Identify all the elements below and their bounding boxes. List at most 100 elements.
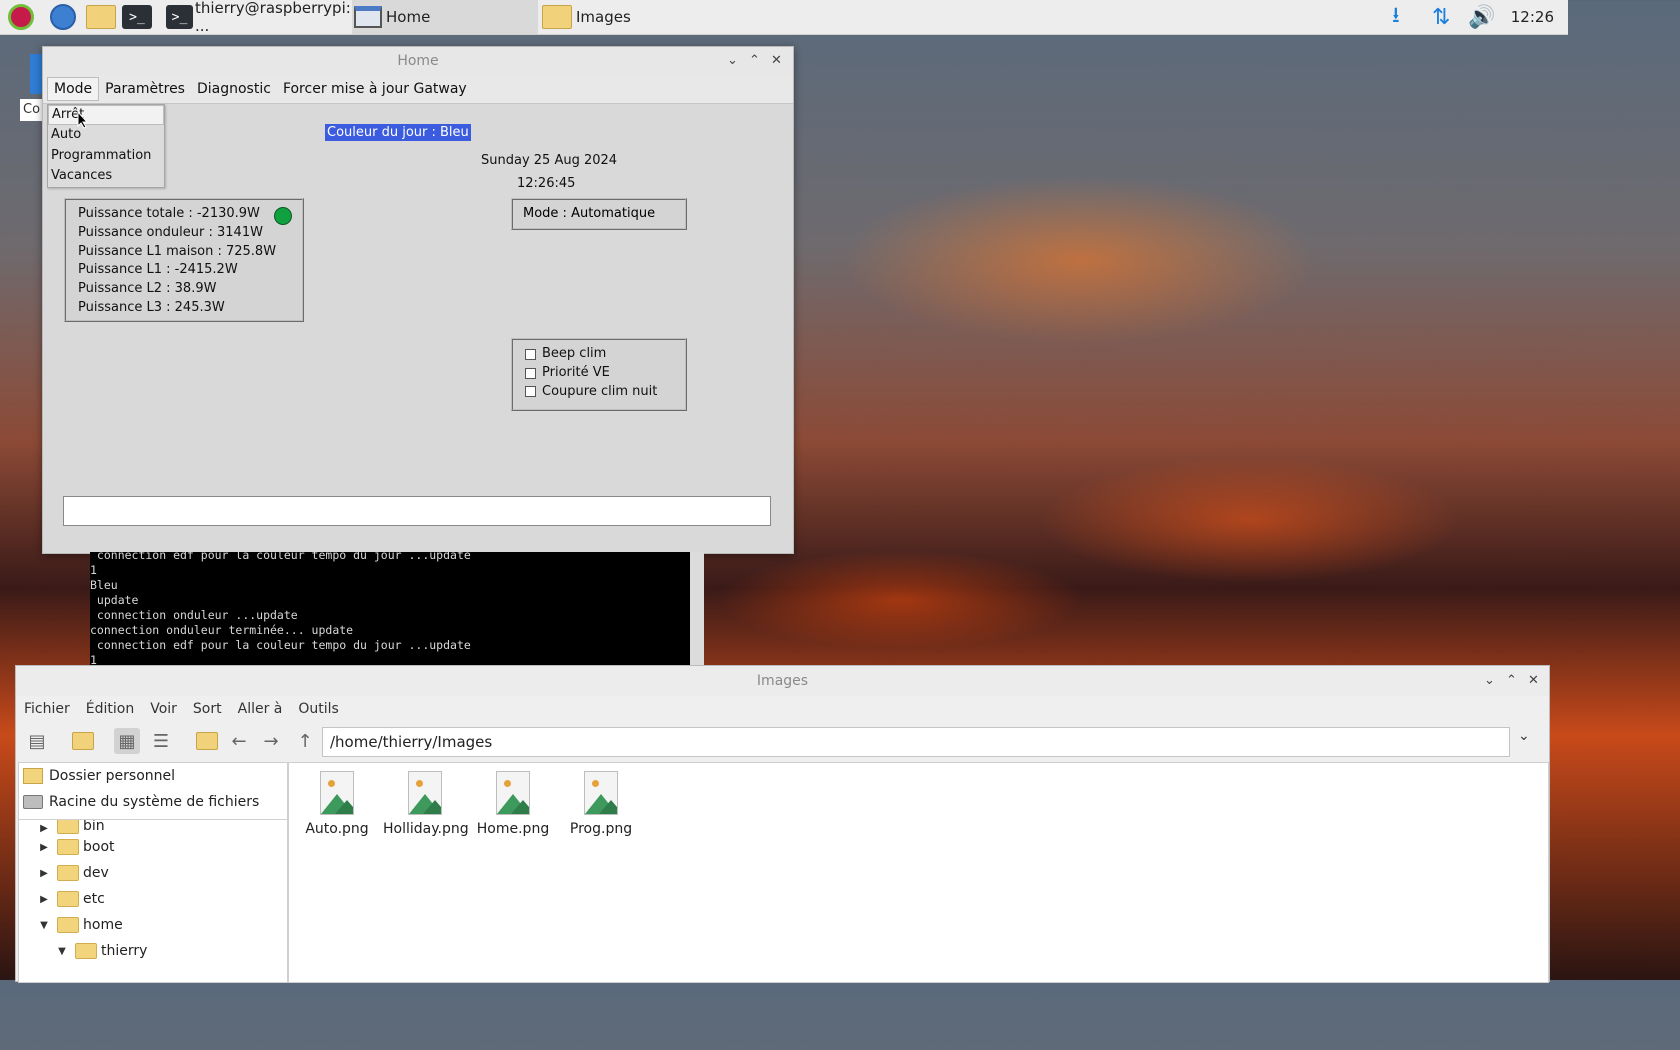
place-home-label: Dossier personnel — [49, 768, 176, 784]
tree-item-etc[interactable]: ▶ etc — [19, 886, 287, 912]
tree-item-label: home — [83, 917, 123, 933]
file-name: Auto.png — [305, 821, 369, 837]
file-item[interactable]: Prog.png — [559, 771, 643, 837]
directory-tree: ▶ bin ▶ boot ▶ dev ▶ etc ▼ home ▼ thierry — [19, 819, 287, 964]
chevron-down-icon[interactable]: ⌄ — [1518, 728, 1530, 744]
terminal-launcher[interactable]: >_ — [122, 3, 152, 31]
place-root[interactable]: Racine du système de fichiers — [19, 789, 287, 815]
tree-item-boot[interactable]: ▶ boot — [19, 834, 287, 860]
home-menubar: Mode Paramètres Diagnostic Forcer mise à… — [43, 75, 793, 104]
file-manager-launcher[interactable] — [86, 3, 116, 31]
place-home[interactable]: Dossier personnel — [19, 763, 287, 789]
coupure-clim-nuit-checkbox[interactable]: Coupure clim nuit — [525, 383, 685, 402]
clock[interactable]: 12:26 — [1511, 0, 1554, 34]
image-file-icon — [408, 771, 442, 815]
file-item[interactable]: Home.png — [471, 771, 555, 837]
task-home[interactable]: Home — [352, 0, 538, 34]
updates-icon[interactable]: ⭳ — [1392, 0, 1400, 34]
raspberry-menu-button[interactable] — [8, 3, 34, 31]
tree-item-dev[interactable]: ▶ dev — [19, 860, 287, 886]
list-view-icon[interactable]: ☰ — [148, 728, 174, 754]
close-icon[interactable]: ✕ — [771, 47, 782, 75]
beep-clim-label: Beep clim — [542, 346, 607, 361]
home-folder-icon[interactable] — [194, 728, 220, 754]
new-folder-icon[interactable] — [70, 728, 96, 754]
couleur-du-jour: Couleur du jour : Bleu — [325, 124, 471, 141]
tree-item-label: dev — [83, 865, 109, 881]
tree-item-label: etc — [83, 891, 105, 907]
tree-item-home[interactable]: ▼ home — [19, 912, 287, 938]
menu-aller-a[interactable]: Aller à — [238, 701, 283, 717]
mode-option-arret[interactable]: Arrêt — [48, 105, 164, 125]
path-input[interactable]: /home/thierry/Images — [322, 727, 1510, 757]
folder-icon — [57, 865, 79, 881]
menu-diagnostic[interactable]: Diagnostic — [191, 78, 277, 100]
home-window-title: Home — [397, 53, 439, 69]
menu-mode[interactable]: Mode — [47, 77, 100, 101]
minimize-icon[interactable]: ⌄ — [727, 47, 738, 75]
task-images-label: Images — [576, 8, 631, 26]
mode-option-vacances[interactable]: Vacances — [48, 166, 164, 187]
collapse-arrow-icon[interactable]: ▼ — [55, 946, 69, 957]
expand-arrow-icon[interactable]: ▶ — [37, 894, 51, 905]
expand-arrow-icon[interactable]: ▶ — [37, 842, 51, 853]
options-panel: Beep clim Priorité VE Coupure clim nuit — [511, 338, 687, 411]
task-terminal[interactable]: >_ thierry@raspberrypi: ... — [162, 0, 352, 35]
beep-clim-checkbox[interactable]: Beep clim — [525, 345, 685, 364]
menu-edition[interactable]: Édition — [86, 701, 134, 717]
mode-option-auto[interactable]: Auto — [48, 125, 164, 146]
collapse-arrow-icon[interactable]: ▼ — [37, 920, 51, 931]
images-sidebar: Dossier personnel Racine du système de f… — [18, 762, 288, 983]
expand-arrow-icon[interactable]: ▶ — [37, 823, 51, 834]
power-panel: Puissance totale : -2130.9W Puissance on… — [64, 198, 304, 322]
image-file-icon — [320, 771, 354, 815]
forward-arrow-icon[interactable]: → — [258, 728, 284, 754]
mode-option-programmation[interactable]: Programmation — [48, 146, 164, 167]
time-label: 12:26:45 — [517, 176, 576, 191]
maximize-icon[interactable]: ⌃ — [1506, 666, 1517, 696]
menu-forcer-mise-a-jour[interactable]: Forcer mise à jour Gatway — [277, 78, 473, 100]
up-arrow-icon[interactable]: ↑ — [292, 728, 318, 754]
menu-parametres[interactable]: Paramètres — [99, 78, 191, 100]
expand-arrow-icon[interactable]: ▶ — [37, 868, 51, 879]
task-images[interactable]: Images — [540, 0, 722, 34]
maximize-icon[interactable]: ⌃ — [749, 47, 760, 75]
tree-item-thierry[interactable]: ▼ thierry — [19, 938, 287, 964]
menu-fichier[interactable]: Fichier — [24, 701, 70, 717]
folder-icon — [57, 917, 79, 933]
images-titlebar[interactable]: Images ⌄ ⌃ ✕ — [16, 666, 1549, 696]
message-field[interactable] — [63, 496, 771, 526]
checkbox[interactable] — [525, 386, 536, 398]
terminal-icon: >_ — [166, 5, 193, 29]
network-icon[interactable]: ⇅ — [1432, 0, 1450, 34]
home-titlebar[interactable]: Home ⌄ ⌃ ✕ — [43, 47, 793, 75]
close-icon[interactable]: ✕ — [1528, 666, 1539, 696]
menu-sort[interactable]: Sort — [193, 701, 222, 717]
browser-launcher[interactable] — [50, 3, 76, 31]
minimize-icon[interactable]: ⌄ — [1484, 666, 1495, 696]
back-arrow-icon[interactable]: ← — [226, 728, 252, 754]
terminal-scrollbar[interactable] — [690, 552, 704, 666]
tree-item-label: thierry — [101, 943, 148, 959]
priorite-ve-checkbox[interactable]: Priorité VE — [525, 364, 685, 383]
folder-icon — [57, 820, 79, 834]
terminal-line: connection edf pour la couleur tempo du … — [90, 552, 471, 562]
tree-item-bin[interactable]: ▶ bin — [19, 820, 287, 834]
puissance-totale: Puissance totale : -2130.9W — [78, 206, 260, 221]
file-item[interactable]: Auto.png — [295, 771, 379, 837]
priorite-ve-label: Priorité VE — [542, 364, 610, 380]
icon-view-icon[interactable]: ▦ — [114, 728, 140, 754]
place-root-label: Racine du système de fichiers — [49, 794, 260, 810]
file-item[interactable]: Holliday.png — [383, 771, 469, 837]
menu-outils[interactable]: Outils — [298, 701, 338, 717]
terminal-output[interactable]: connection edf pour la couleur tempo du … — [90, 552, 692, 666]
menu-voir[interactable]: Voir — [150, 701, 177, 717]
file-name: Holliday.png — [383, 821, 469, 837]
puissance-onduleur: Puissance onduleur : 3141W — [78, 224, 263, 240]
terminal-line: connection onduleur ...update — [90, 608, 298, 622]
status-led — [274, 207, 292, 225]
checkbox[interactable] — [525, 367, 536, 379]
new-window-icon[interactable]: ▤ — [24, 728, 50, 754]
volume-icon[interactable]: 🔊 — [1468, 0, 1495, 34]
checkbox[interactable] — [525, 348, 536, 360]
